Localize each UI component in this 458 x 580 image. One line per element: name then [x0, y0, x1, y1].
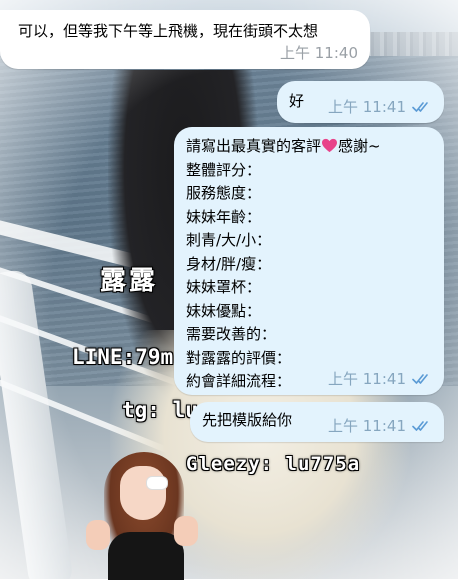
girl-thumbs-up-sticker	[86, 450, 198, 580]
watermark-name: 露露	[100, 266, 159, 296]
incoming-message-bubble[interactable]: 可以，但等我下午等上飛機，現在街頭不太想 上午 11:40	[0, 10, 370, 69]
template-line: 妹妹優點：	[186, 301, 262, 320]
watermark-line-id: LINE:79m	[72, 345, 174, 369]
watermark-telegram: tg: lu	[122, 398, 198, 422]
template-line: 需要改善的：	[186, 325, 277, 343]
template-line: 刺青/大/小：	[186, 231, 272, 249]
outgoing-message-bubble[interactable]: 請寫出最真實的客評 感謝~ 整體評分： 服務態度： 妹妹年齡： 刺青/大/小： 身…	[174, 127, 444, 395]
message-timestamp: 上午 11:41	[328, 417, 406, 435]
template-line: 對露露的評價：	[186, 348, 292, 367]
outgoing-message-bubble[interactable]: 好 上午 11:41	[277, 81, 444, 123]
double-check-icon	[412, 101, 428, 112]
template-line: 服務態度：	[186, 184, 262, 202]
template-line: 妹妹年齡：	[186, 207, 262, 226]
watermark-gleezy: Gleezy: lu775a	[186, 453, 361, 475]
double-check-icon	[412, 373, 428, 384]
message-timestamp: 上午 11:40	[280, 44, 358, 62]
heart-icon	[322, 138, 338, 153]
message-time: 上午 11:40	[280, 42, 358, 63]
template-line-1: 請寫出最真實的客評 感謝~	[186, 137, 381, 155]
message-meta: 上午 11:41	[328, 368, 432, 389]
double-check-icon	[412, 420, 428, 431]
message-meta: 上午 11:41	[328, 96, 432, 117]
message-text: 可以，但等我下午等上飛機，現在街頭不太想	[18, 22, 319, 40]
message-timestamp: 上午 11:41	[328, 98, 406, 116]
message-meta: 上午 11:41	[328, 415, 432, 436]
outgoing-message-bubble[interactable]: 先把模版給你 上午 11:41	[190, 402, 444, 442]
template-line: 妹妹罩杯：	[186, 278, 262, 296]
message-timestamp: 上午 11:41	[328, 370, 406, 388]
template-line: 身材/胖/瘦：	[186, 254, 272, 273]
template-line: 整體評分：	[186, 160, 262, 179]
